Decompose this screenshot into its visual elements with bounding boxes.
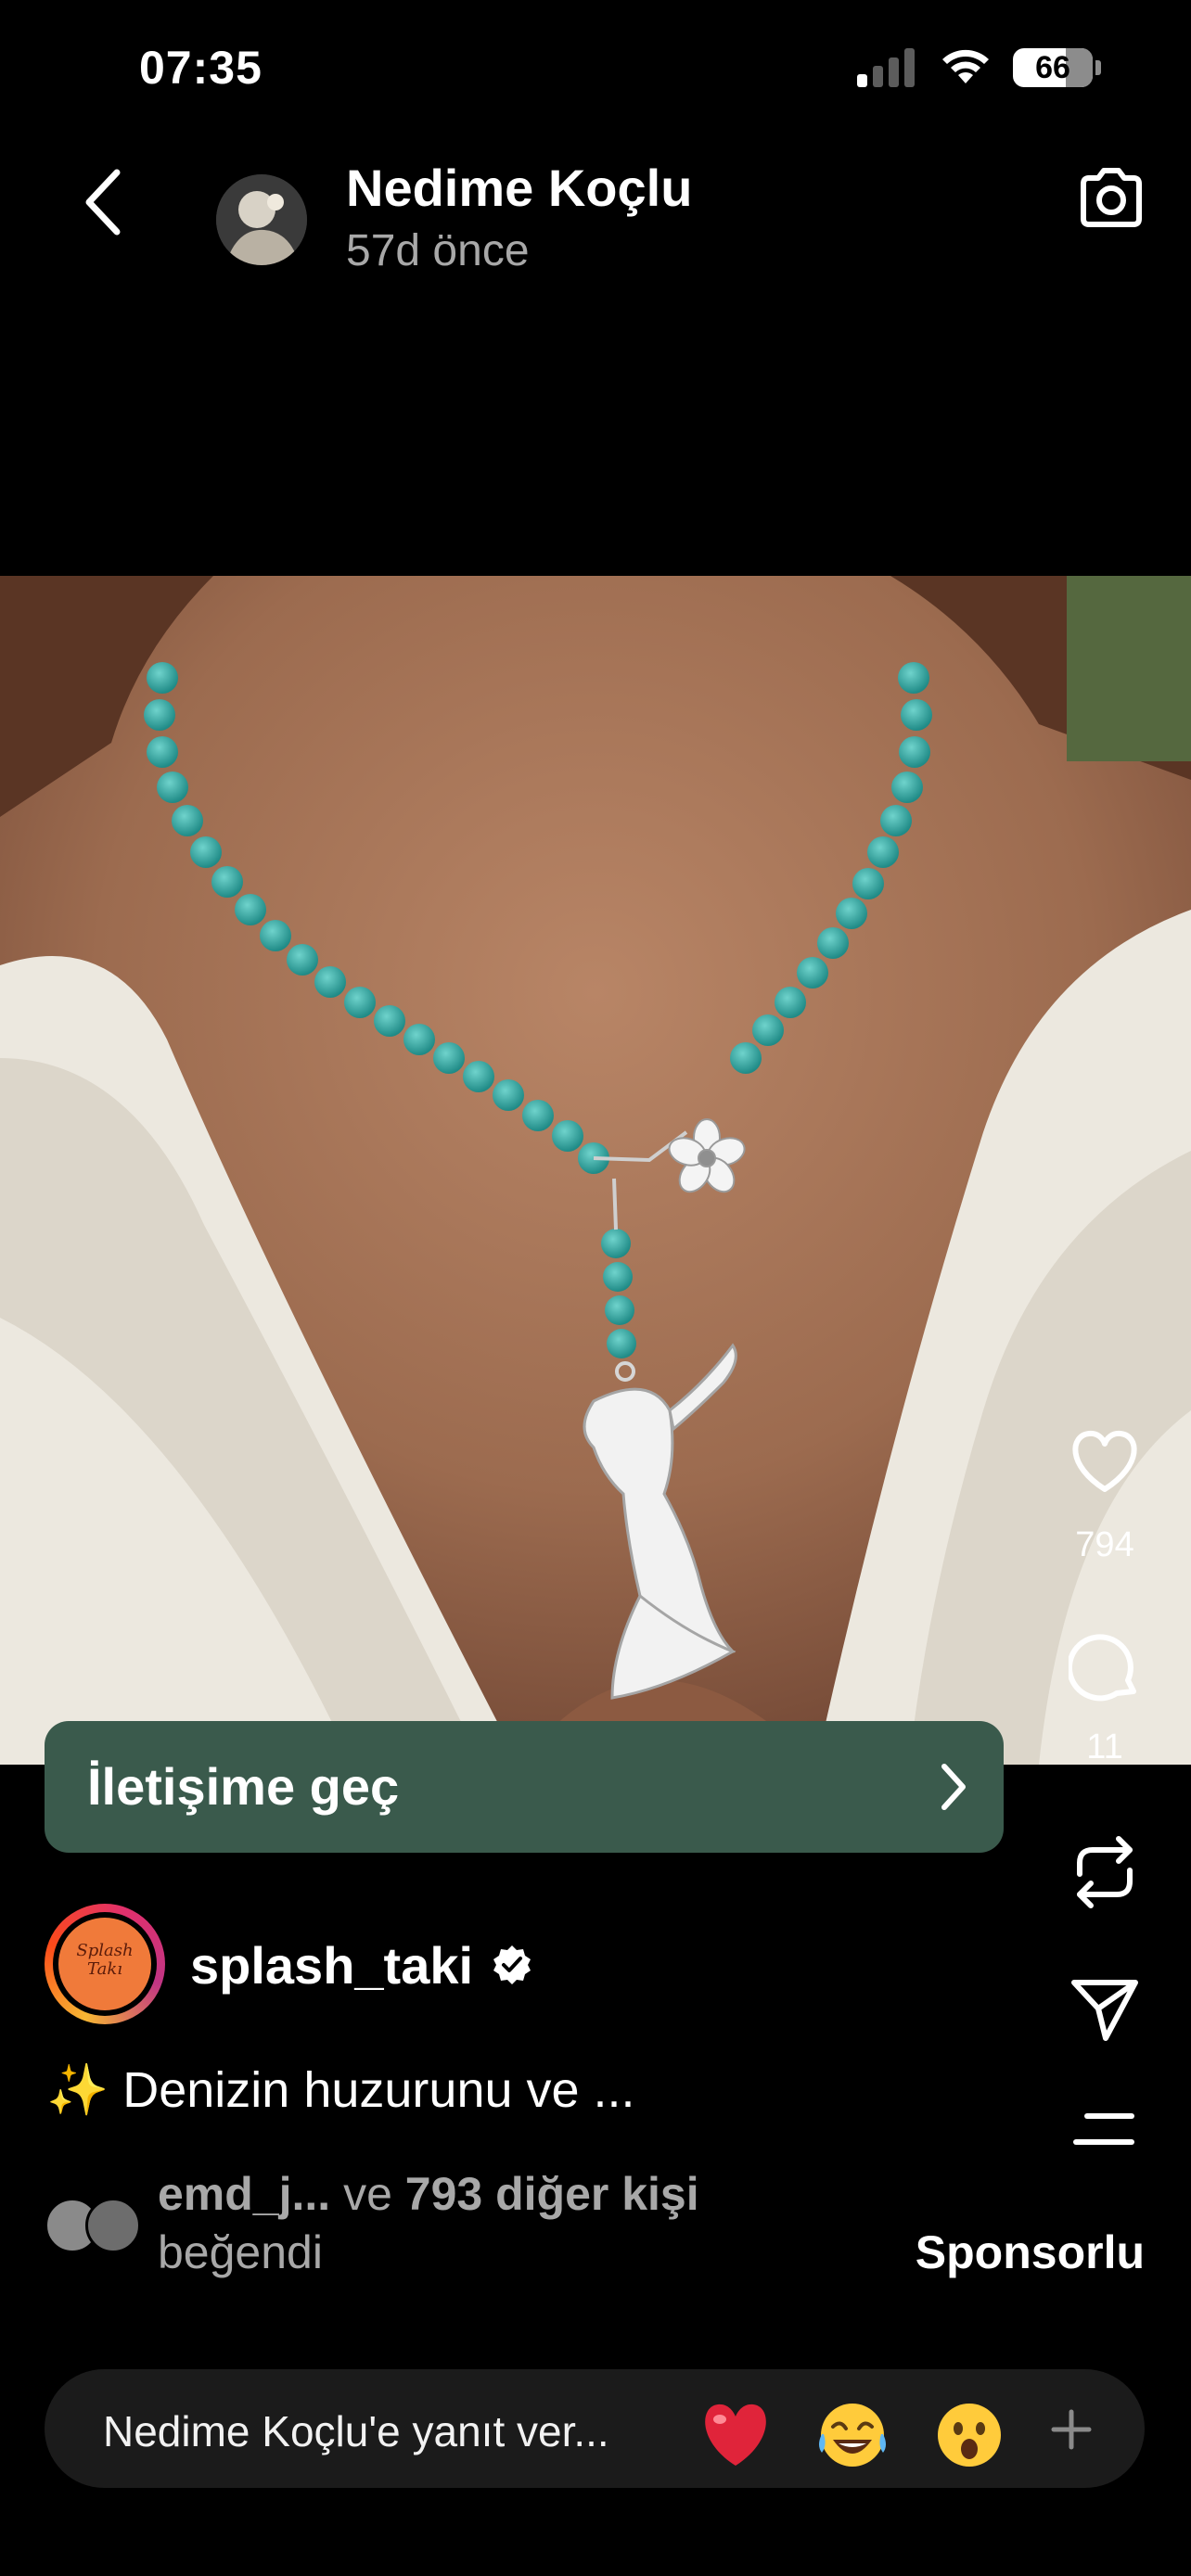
account-username[interactable]: splash_taki bbox=[190, 1935, 473, 1996]
cellular-signal-icon bbox=[857, 48, 915, 87]
likes-connector: ve bbox=[330, 2168, 405, 2220]
chevron-left-icon[interactable] bbox=[82, 165, 124, 239]
send-icon[interactable] bbox=[1069, 1975, 1141, 2044]
laughing-emoji-icon[interactable] bbox=[813, 2393, 892, 2473]
author-avatar[interactable] bbox=[216, 174, 307, 265]
likes-suffix: beğendi bbox=[158, 2226, 323, 2278]
like-count: 794 bbox=[1075, 1525, 1134, 1564]
reply-input[interactable]: Nedime Koçlu'e yanıt ver... bbox=[103, 2406, 609, 2456]
ad-photo[interactable] bbox=[0, 576, 1191, 1765]
story-time-ago: 57d önce bbox=[346, 226, 530, 275]
reply-bar[interactable]: Nedime Koçlu'e yanıt ver... bbox=[45, 2369, 1145, 2488]
likes-summary[interactable]: emd_j... ve 793 diğer kişi bbox=[158, 2167, 699, 2221]
heart-icon[interactable] bbox=[1069, 1428, 1141, 1495]
contact-cta-button[interactable]: İletişime geç bbox=[45, 1721, 1004, 1853]
sponsored-label: Sponsorlu bbox=[915, 2226, 1145, 2278]
other-likers: 793 diğer kişi bbox=[404, 2168, 699, 2220]
menu-lines-icon[interactable] bbox=[1069, 2111, 1141, 2148]
author-name[interactable]: Nedime Koçlu bbox=[346, 158, 692, 218]
plus-icon[interactable] bbox=[1048, 2406, 1095, 2453]
first-liker: emd_j... bbox=[158, 2168, 331, 2220]
status-time: 07:35 bbox=[139, 42, 263, 94]
repost-icon[interactable] bbox=[1069, 1831, 1141, 1913]
liker-avatar bbox=[85, 2198, 141, 2253]
camera-icon[interactable] bbox=[1076, 163, 1146, 234]
brand-avatar[interactable]: Splash Takı bbox=[45, 1904, 165, 2024]
liker-avatars bbox=[45, 2198, 141, 2253]
necklace-photo bbox=[0, 576, 1191, 1765]
wifi-icon bbox=[942, 49, 989, 83]
battery-indicator: 66 bbox=[1013, 46, 1102, 89]
comment-icon[interactable] bbox=[1069, 1634, 1141, 1702]
brand-logo: Splash Takı bbox=[58, 1918, 151, 2010]
chevron-right-icon bbox=[941, 1764, 966, 1810]
comment-count: 11 bbox=[1086, 1728, 1123, 1766]
battery-level: 66 bbox=[1035, 50, 1070, 85]
verified-badge-icon bbox=[493, 1945, 531, 1984]
surprised-emoji-icon[interactable] bbox=[929, 2393, 1009, 2473]
post-caption[interactable]: ✨ Denizin huzurunu ve ... bbox=[46, 2061, 635, 2120]
cta-label: İletişime geç bbox=[87, 1757, 400, 1816]
heart-emoji-icon[interactable] bbox=[696, 2393, 775, 2473]
